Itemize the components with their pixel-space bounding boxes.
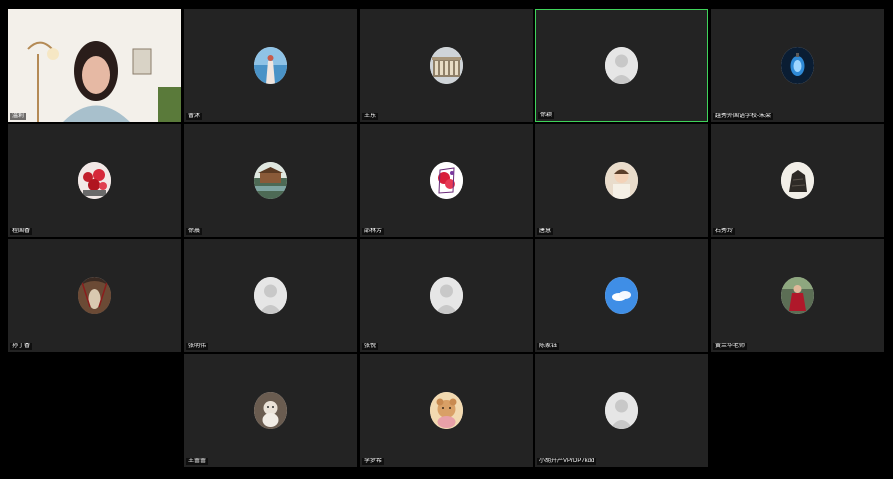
- avatar: [78, 277, 111, 314]
- participant-tile-18[interactable]: 小胡升产VPrDP7kdd: [535, 354, 708, 467]
- participant-tile-8[interactable]: 邵林芳: [360, 124, 533, 237]
- participant-name: 王东: [362, 113, 379, 120]
- avatar: [781, 277, 814, 314]
- participant-name: 张明伟: [186, 343, 209, 350]
- participant-name: 陈家钰: [537, 343, 560, 350]
- default-person-icon: [430, 277, 463, 314]
- participant-tile-11[interactable]: 孙丁香: [8, 239, 181, 352]
- participant-name: 王蕾蕾: [186, 458, 209, 465]
- video-feed-image: [8, 9, 181, 122]
- participant-tile-9[interactable]: 唐慧: [535, 124, 708, 237]
- participant-tile-7[interactable]: 徐晨: [184, 124, 357, 237]
- avatar: [781, 162, 814, 199]
- participant-tile-12[interactable]: 张明伟: [184, 239, 357, 352]
- default-person-icon: [254, 277, 287, 314]
- participant-tile-4[interactable]: 徐颖: [535, 9, 708, 122]
- participant-name: 张悦: [362, 343, 379, 350]
- default-person-icon: [605, 47, 638, 84]
- participant-tile-1[interactable]: 温莉: [8, 9, 181, 122]
- avatar: [781, 47, 814, 84]
- participant-tile-16[interactable]: 王蕾蕾: [184, 354, 357, 467]
- participant-name: 石秀玲: [713, 228, 736, 235]
- participant-tile-13[interactable]: 张悦: [360, 239, 533, 352]
- participant-tile-14[interactable]: 陈家钰: [535, 239, 708, 352]
- participant-name: 邵林芳: [362, 228, 385, 235]
- avatar: [430, 47, 463, 84]
- participant-tile-10[interactable]: 石秀玲: [711, 124, 884, 237]
- participant-name: 孙丁香: [10, 343, 33, 350]
- participant-name: 唐慧: [537, 228, 554, 235]
- participant-name: 李梦希: [362, 458, 385, 465]
- avatar: [254, 162, 287, 199]
- avatar: [605, 162, 638, 199]
- avatar: [254, 392, 287, 429]
- avatar: [605, 277, 638, 314]
- avatar: [254, 47, 287, 84]
- participant-name: 徐晨: [186, 228, 203, 235]
- participant-tile-15[interactable]: 黄兰华老师: [711, 239, 884, 352]
- participant-name: 小胡升产VPrDP7kdd: [537, 458, 597, 465]
- participant-name: 程国香: [10, 228, 33, 235]
- participant-tile-3[interactable]: 王东: [360, 9, 533, 122]
- participant-name: 越秀外国语学校-朱梁: [713, 113, 773, 120]
- participant-name: 曹沐: [186, 113, 203, 120]
- participant-name: 徐颖: [538, 112, 555, 119]
- default-person-icon: [605, 392, 638, 429]
- participant-tile-2[interactable]: 曹沐: [184, 9, 357, 122]
- participant-name: 黄兰华老师: [713, 343, 748, 350]
- avatar: [78, 162, 111, 199]
- participant-tile-5[interactable]: 越秀外国语学校-朱梁: [711, 9, 884, 122]
- avatar: [430, 392, 463, 429]
- avatar: [430, 162, 463, 199]
- participant-tile-17[interactable]: 李梦希: [360, 354, 533, 467]
- participant-name: 温莉: [10, 113, 27, 120]
- participant-tile-6[interactable]: 程国香: [8, 124, 181, 237]
